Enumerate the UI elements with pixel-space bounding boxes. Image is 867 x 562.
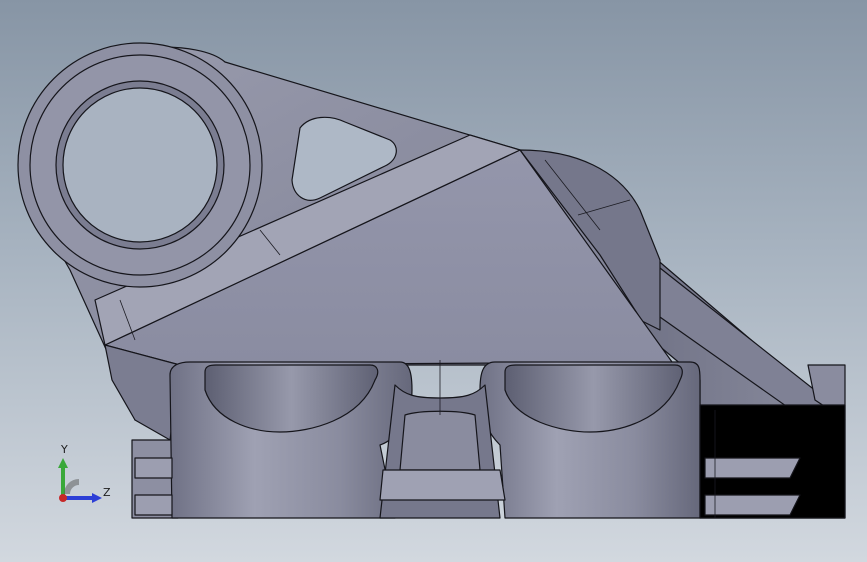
center-slot-groove xyxy=(399,410,481,471)
bracket-part-model[interactable] xyxy=(0,0,867,562)
z-axis-label: Z xyxy=(103,486,111,499)
center-lower-groove xyxy=(379,469,506,501)
eye-bore xyxy=(62,87,218,243)
y-axis-label: Y xyxy=(60,443,68,456)
triad-arc xyxy=(64,479,80,495)
right-base-slot-upper xyxy=(704,457,801,479)
cad-graphics-viewport[interactable]: Y Z xyxy=(0,0,867,562)
left-base-slot-upper xyxy=(134,457,173,479)
coordinate-triad: Y Z xyxy=(58,443,111,503)
left-base-slot-lower xyxy=(134,494,173,516)
z-axis-arrowhead xyxy=(92,493,102,503)
right-base-slot-lower xyxy=(704,494,801,516)
y-axis-arrowhead xyxy=(58,458,68,468)
x-axis-dot xyxy=(59,494,67,502)
